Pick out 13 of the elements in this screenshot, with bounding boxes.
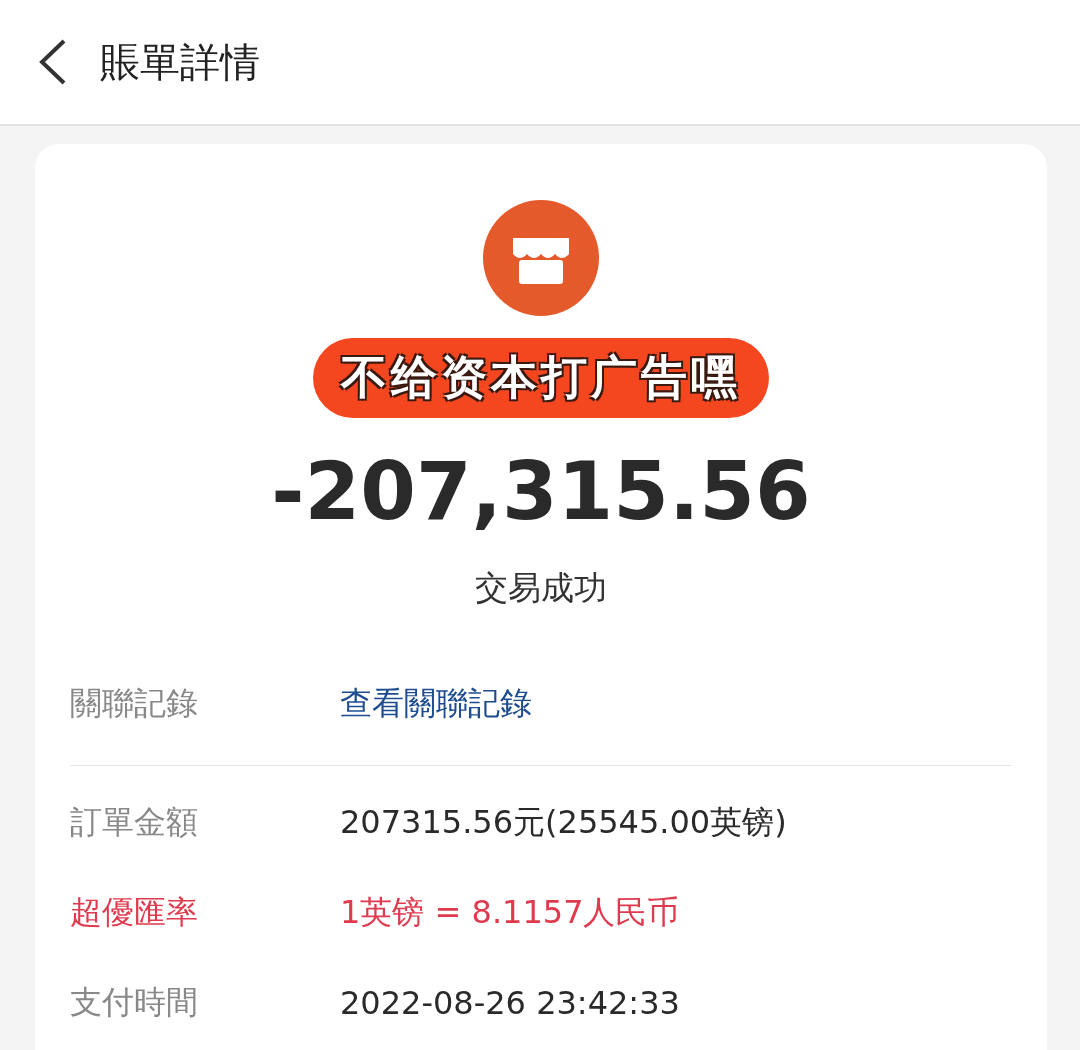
field-label: 超優匯率 <box>70 892 199 933</box>
field-value: 2022-08-26 23:42:33 <box>340 984 680 1022</box>
transaction-status: 交易成功 <box>475 567 607 609</box>
field-value: 1英镑 = 8.1157人民币 <box>340 892 680 933</box>
shop-icon <box>483 200 599 316</box>
sticker-banner: 不给资本打广告嘿 <box>313 338 769 418</box>
field-label: 支付時間 <box>70 982 199 1023</box>
page-title: 賬單詳情 <box>100 37 260 87</box>
amount: -207,315.56 <box>271 452 811 532</box>
related-records-link[interactable]: 查看關聯記錄 <box>340 682 532 726</box>
field-value: 207315.56元(25545.00英镑) <box>340 802 787 843</box>
field-label: 關聯記錄 <box>70 683 199 724</box>
field-label: 訂單金額 <box>70 802 199 843</box>
